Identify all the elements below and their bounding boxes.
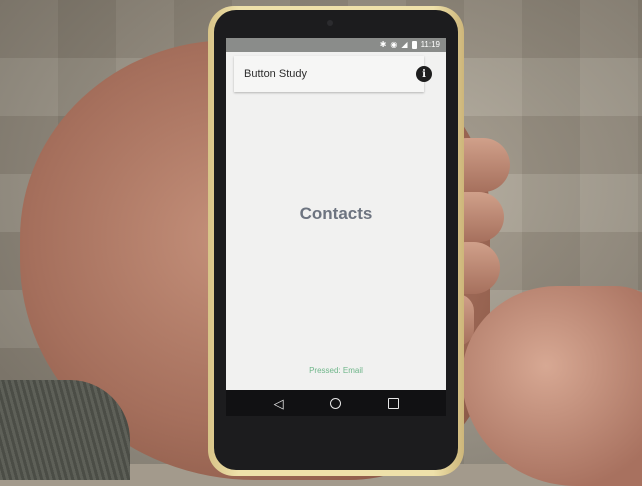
recents-icon: [387, 397, 399, 409]
sleeve: [0, 380, 130, 480]
back-icon[interactable]: ◁: [269, 393, 289, 413]
battery-icon: [411, 41, 417, 49]
phone-screen: ✱ ◉ ◢ 11:19 Button Study i Contacts Pres…: [226, 38, 446, 390]
bluetooth-icon: ✱: [379, 40, 387, 49]
home-icon: [330, 397, 342, 409]
page-heading: Contacts: [299, 204, 373, 223]
navigation-bar: ◁: [226, 390, 446, 416]
status-bar: ✱ ◉ ◢ 11:19: [226, 38, 446, 52]
home-button[interactable]: [326, 393, 346, 413]
signal-icon: ◢: [401, 40, 408, 49]
front-camera: [327, 20, 333, 26]
recents-button[interactable]: [383, 393, 403, 413]
sync-icon: ◉: [390, 40, 398, 49]
app-bar: Button Study i: [234, 56, 432, 92]
status-time: 11:19: [420, 40, 440, 49]
status-message: Pressed: Email: [309, 366, 363, 375]
app-title: Button Study: [244, 68, 307, 80]
info-icon[interactable]: i: [416, 66, 432, 82]
